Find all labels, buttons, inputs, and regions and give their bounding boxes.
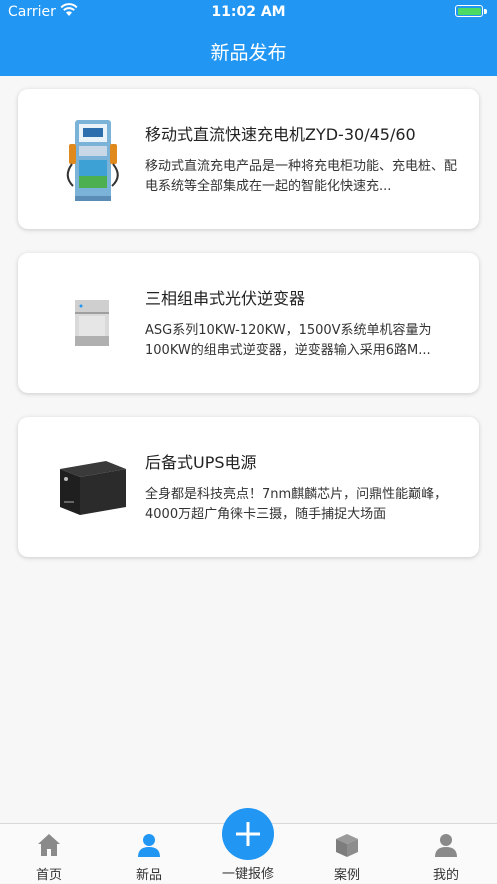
product-description: ASG系列10KW-120KW，1500V系统单机容量为100KW的组串式逆变器…	[145, 323, 432, 358]
product-card[interactable]: 三相组串式光伏逆变器 ASG系列10KW-120KW，1500V系统单机容量为1…	[18, 253, 479, 393]
tab-cases-label: 案例	[333, 868, 360, 883]
tab-home-label: 首页	[35, 868, 62, 883]
home-icon	[38, 834, 60, 856]
product-card[interactable]: 移动式直流快速充电机ZYD-30/45/60 移动式直流充电产品是一种将充电柜功…	[18, 89, 479, 229]
ups-image	[42, 437, 142, 537]
product-description: 全身都是科技亮点！7nm麒麟芯片，问鼎性能巅峰，4000万超广角徕卡三摄，随手捕…	[145, 487, 448, 522]
product-title: 三相组串式光伏逆变器	[145, 289, 306, 308]
clock: 11:02 AM	[211, 4, 286, 20]
person-icon	[138, 834, 160, 857]
product-description: 移动式直流充电产品是一种将充电柜功能、充电桩、配电系统等全部集成在一起的智能化快…	[145, 159, 458, 194]
tab-mine[interactable]: 我的	[401, 824, 491, 884]
tab-home[interactable]: 首页	[4, 824, 94, 884]
product-title: 移动式直流快速充电机ZYD-30/45/60	[145, 125, 416, 144]
tab-new[interactable]: 新品	[104, 824, 194, 884]
charger-image	[42, 109, 142, 209]
tab-mine-label: 我的	[432, 868, 459, 883]
status-bar: Carrier 11:02 AM	[0, 0, 497, 26]
product-card[interactable]: 后备式UPS电源 全身都是科技亮点！7nm麒麟芯片，问鼎性能巅峰，4000万超广…	[18, 417, 479, 557]
repair-button[interactable]	[222, 808, 274, 860]
plus-icon	[236, 822, 260, 846]
user-icon	[435, 834, 457, 857]
page-title: 新品发布	[210, 42, 287, 64]
battery-icon	[455, 5, 487, 17]
inverter-image	[42, 273, 142, 373]
repair-label: 一键报修	[221, 867, 274, 882]
product-title: 后备式UPS电源	[145, 453, 257, 472]
tab-new-label: 新品	[135, 868, 162, 883]
top-header: Carrier 11:02 AM 新品发布	[0, 0, 497, 76]
box-icon	[336, 834, 358, 857]
tab-cases[interactable]: 案例	[302, 824, 392, 884]
